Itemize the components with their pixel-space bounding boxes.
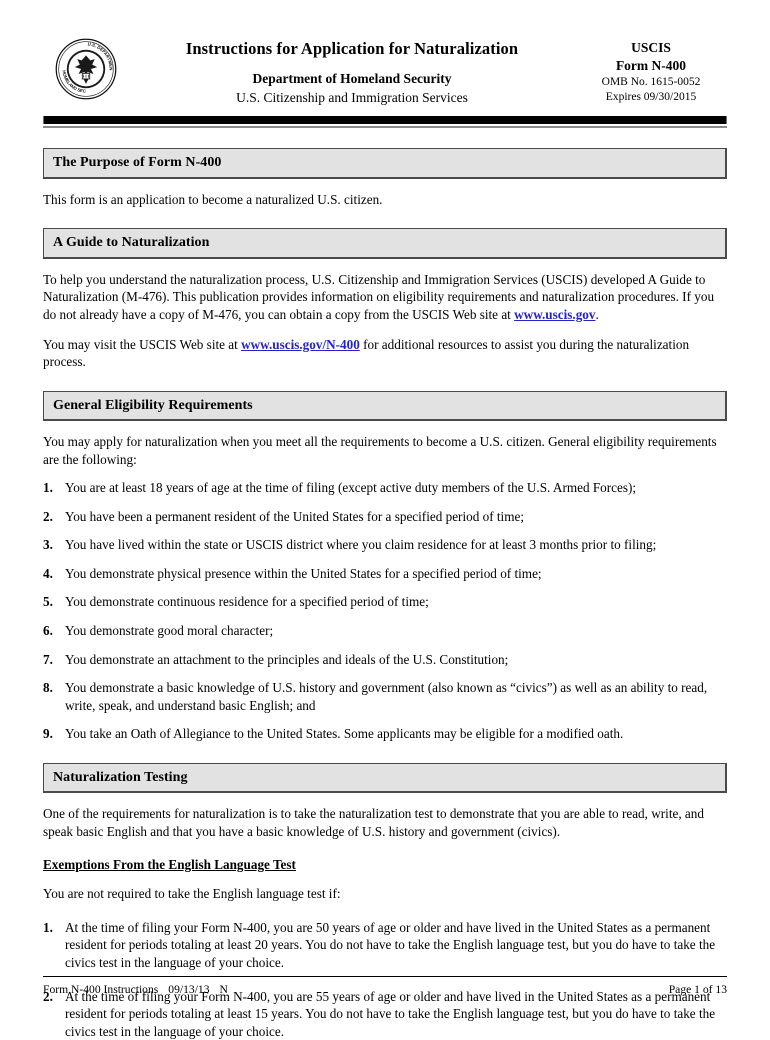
section-title-purpose: The Purpose of Form N-400	[53, 155, 222, 171]
list-item-text: You demonstrate a basic knowledge of U.S…	[65, 680, 708, 713]
uscis-website-link[interactable]: www.uscis.gov	[514, 307, 595, 322]
list-item: 4. You demonstrate physical presence with…	[43, 565, 727, 583]
document-header: U.S. DEPARTMENT OF HOMELAND SECURITY Ins…	[0, 0, 770, 106]
list-item: 6. You demonstrate good moral character;	[43, 622, 727, 640]
purpose-paragraph: This form is an application to become a …	[43, 191, 383, 207]
list-item-number: 1.	[43, 919, 53, 935]
header-divider	[43, 116, 727, 129]
divider-thick-bar	[43, 116, 727, 125]
list-item-text: You take an Oath of Allegiance to the Un…	[65, 726, 624, 742]
list-item-number: 6.	[43, 623, 53, 638]
footer-divider	[43, 976, 727, 977]
guide-paragraph-1-text: To help you understand the naturalizatio…	[43, 271, 715, 323]
omb-number: OMB No. 1615-0052	[601, 75, 701, 88]
guide-paragraph-2: You may visit the USCIS Web site at www.…	[43, 336, 727, 371]
divider-thin-line	[43, 126, 727, 129]
agency-abbreviation: USCIS	[631, 40, 671, 55]
eligibility-intro: You may apply for naturalization when yo…	[43, 434, 717, 467]
form-meta-block: USCIS Form N-400 OMB No. 1615-0052 Expir…	[575, 34, 727, 106]
footer-left: Form N-400 Instructions 09/13/13 N	[43, 983, 238, 996]
guide-paragraph-1: To help you understand the naturalizatio…	[43, 271, 727, 324]
guide-paragraph-2-text: You may visit the USCIS Web site at	[43, 336, 242, 352]
expiration-date: Expires 09/30/2015	[605, 91, 697, 104]
list-item-number: 1.	[43, 480, 53, 496]
footer-row: Form N-400 Instructions 09/13/13 N Page 1 …	[43, 983, 727, 996]
form-number: Form N-400	[615, 57, 687, 73]
document-page: U.S. DEPARTMENT OF HOMELAND SECURITY Ins…	[0, 0, 770, 1039]
section-title-guide: A Guide to Naturalization	[53, 235, 210, 251]
exemptions-intro: You are not required to take the English…	[43, 886, 341, 902]
list-item: 5. You demonstrate continuous residence f…	[43, 593, 727, 611]
footer-revision: N	[219, 983, 228, 996]
list-item: 3. You have lived within the state or USC…	[43, 536, 727, 554]
document-footer: Form N-400 Instructions 09/13/13 N Page 1 …	[43, 976, 727, 996]
list-item-text: You demonstrate good moral character;	[65, 623, 274, 638]
guide-paragraph-1-tail: .	[595, 307, 599, 323]
section-header-purpose: The Purpose of Form N-400	[43, 148, 727, 179]
title-block: Instructions for Application for Natural…	[129, 34, 575, 106]
section-title-eligibility: General Eligibility Requirements	[53, 397, 253, 413]
list-item-text: At the time of filing your Form N-400, y…	[65, 919, 716, 970]
document-body: The Purpose of Form N-400 This form is a…	[0, 148, 770, 1040]
list-item: 9. You take an Oath of Allegiance to the …	[43, 725, 727, 743]
list-item-number: 5.	[43, 594, 53, 610]
list-item-text: You demonstrate continuous residence for…	[65, 594, 429, 610]
dhs-seal-icon: U.S. DEPARTMENT OF HOMELAND SECURITY	[55, 38, 117, 100]
eligibility-list: 1. You are at least 18 years of age at th…	[43, 479, 727, 742]
section-title-testing: Naturalization Testing	[53, 769, 188, 785]
list-item-text: You demonstrate an attachment to the pri…	[65, 651, 509, 667]
list-item: 7. You demonstrate an attachment to the p…	[43, 651, 727, 669]
list-item-number: 7.	[43, 651, 53, 667]
exemptions-subheading-wrap: Exemptions From the English Language Tes…	[43, 840, 727, 874]
footer-form-label: Form N-400 Instructions	[43, 983, 159, 996]
list-item-number: 3.	[43, 537, 53, 553]
section-header-eligibility: General Eligibility Requirements	[43, 390, 727, 422]
list-item-text: You have lived within the state or USCIS…	[65, 537, 657, 553]
agency-name: U.S. Citizenship and Immigration Service…	[236, 90, 468, 106]
document-title: Instructions for Application for Natural…	[185, 39, 519, 58]
list-item-text: You demonstrate physical presence within…	[65, 565, 542, 581]
list-item: 2. You have been a permanent resident of …	[43, 508, 727, 526]
list-item-number: 2.	[43, 508, 53, 524]
list-item: 8. You demonstrate a basic knowledge of U…	[43, 679, 727, 714]
list-item-text: At the time of filing your Form N-400, y…	[65, 988, 716, 1039]
footer-page-number: Page 1 of 13	[668, 983, 727, 996]
seal-container: U.S. DEPARTMENT OF HOMELAND SECURITY	[43, 34, 129, 100]
list-item: 1. You are at least 18 years of age at th…	[43, 479, 727, 497]
testing-intro: One of the requirements for naturalizati…	[43, 806, 704, 839]
list-item-number: 4.	[43, 565, 53, 581]
list-item-number: 8.	[43, 680, 53, 696]
n400-website-link[interactable]: www.uscis.gov/N-400	[241, 337, 360, 352]
list-item: 1. At the time of filing your Form N-400,…	[43, 919, 727, 972]
list-item-text: You are at least 18 years of age at the …	[65, 480, 637, 496]
exemptions-subheading: Exemptions From the English Language Tes…	[43, 857, 296, 873]
section-header-guide: A Guide to Naturalization	[43, 228, 727, 259]
footer-date: 09/13/13	[168, 983, 210, 996]
section-header-testing: Naturalization Testing	[43, 762, 727, 794]
department-name: Department of Homeland Security	[252, 70, 452, 86]
list-item-text: You have been a permanent resident of th…	[65, 508, 524, 524]
list-item-number: 9.	[43, 726, 53, 742]
